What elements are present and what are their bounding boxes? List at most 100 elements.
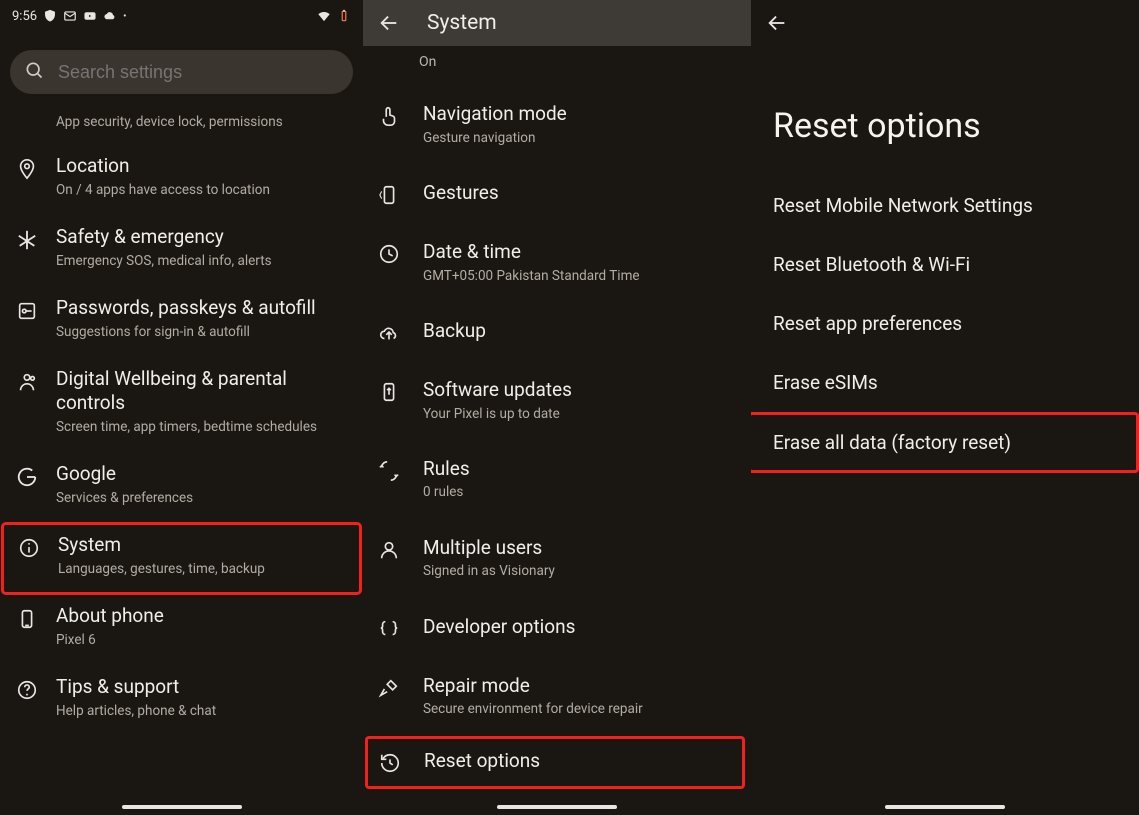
item-title: Date & time <box>423 240 737 265</box>
status-left: 9:56 • <box>12 9 126 24</box>
three-panels: 9:56 • App security, device lock, permis… <box>0 0 1139 815</box>
settings-item-wellbeing[interactable]: Digital Wellbeing & parental controls Sc… <box>0 357 363 453</box>
settings-item-about[interactable]: About phone Pixel 6 <box>0 594 363 665</box>
status-right <box>317 9 351 23</box>
system-panel: System On Navigation mode Gesture naviga… <box>363 0 751 815</box>
google-g-icon <box>14 466 40 488</box>
nav-pill[interactable] <box>122 805 242 809</box>
item-title: Location <box>56 154 349 179</box>
item-sub: Help articles, phone & chat <box>56 702 349 720</box>
settings-item-safety[interactable]: Safety & emergency Emergency SOS, medica… <box>0 215 363 286</box>
back-button[interactable] <box>765 11 789 35</box>
item-sub: On / 4 apps have access to location <box>56 181 349 199</box>
search-input[interactable] <box>56 61 339 84</box>
clock-icon <box>377 243 401 265</box>
wifi-icon <box>317 9 331 23</box>
item-title: Multiple users <box>423 536 737 561</box>
item-sub: Pixel 6 <box>56 631 349 649</box>
item-sub: Screen time, app timers, bedtime schedul… <box>56 418 349 436</box>
item-sub: Gesture navigation <box>423 129 737 147</box>
user-icon <box>377 539 401 561</box>
battery-icon <box>337 9 351 23</box>
item-title: Backup <box>423 319 737 344</box>
settings-item-tips[interactable]: Tips & support Help articles, phone & ch… <box>0 665 363 736</box>
cloud-upload-icon <box>377 322 401 344</box>
security-subtitle-row[interactable]: App security, device lock, permissions <box>0 110 363 144</box>
gesture-icon <box>377 105 401 127</box>
status-bar: 9:56 • <box>0 0 363 32</box>
item-sub: Your Pixel is up to date <box>423 405 737 423</box>
item-title: Repair mode <box>423 674 737 699</box>
erase-esims[interactable]: Erase eSIMs <box>751 353 1139 412</box>
key-card-icon <box>14 300 40 322</box>
reset-topbar <box>751 0 1139 46</box>
item-sub: Services & preferences <box>56 489 349 507</box>
item-title: Google <box>56 462 349 487</box>
item-title: System <box>58 533 347 558</box>
system-item-multiple-users[interactable]: Multiple users Signed in as Visionary <box>363 522 751 601</box>
search-icon <box>24 60 44 84</box>
system-item-repair-mode[interactable]: Repair mode Secure environment for devic… <box>363 660 751 739</box>
item-title: Software updates <box>423 378 737 403</box>
code-braces-icon <box>377 618 401 640</box>
prev-item-sub[interactable]: On <box>363 46 751 88</box>
system-item-date-time[interactable]: Date & time GMT+05:00 Pakistan Standard … <box>363 226 751 305</box>
settings-item-passwords[interactable]: Passwords, passkeys & autofill Suggestio… <box>0 286 363 357</box>
item-title: Digital Wellbeing & parental controls <box>56 367 349 416</box>
cloud-icon <box>103 9 117 23</box>
system-title: System <box>427 11 497 35</box>
info-icon <box>16 537 42 559</box>
item-title: Rules <box>423 457 737 482</box>
shield-icon <box>43 9 57 23</box>
item-sub: Suggestions for sign-in & autofill <box>56 323 349 341</box>
system-item-gestures[interactable]: Gestures <box>363 167 751 226</box>
system-topbar: System <box>363 0 751 46</box>
erase-all-data-factory-reset[interactable]: Erase all data (factory reset) <box>751 412 1139 473</box>
item-sub: 0 rules <box>423 483 737 501</box>
system-item-backup[interactable]: Backup <box>363 305 751 364</box>
nav-pill[interactable] <box>497 805 617 809</box>
item-sub: Secure environment for device repair <box>423 700 737 718</box>
item-sub: Emergency SOS, medical info, alerts <box>56 252 349 270</box>
item-sub: Languages, gestures, time, backup <box>58 560 347 578</box>
phone-gesture-icon <box>377 184 401 206</box>
system-item-rules[interactable]: Rules 0 rules <box>363 443 751 522</box>
system-item-software-updates[interactable]: Software updates Your Pixel is up to dat… <box>363 364 751 443</box>
reset-title: Reset options <box>751 46 1139 176</box>
asterisk-icon <box>14 229 40 251</box>
nav-pill[interactable] <box>885 805 1005 809</box>
rules-icon <box>377 460 401 482</box>
system-item-reset-options[interactable]: Reset options <box>365 736 745 789</box>
item-title: Tips & support <box>56 675 349 700</box>
item-title: Navigation mode <box>423 102 737 127</box>
item-sub: Signed in as Visionary <box>423 562 737 580</box>
item-title: About phone <box>56 604 349 629</box>
item-title: Gestures <box>423 181 737 206</box>
gmail-icon <box>63 9 77 23</box>
item-sub: GMT+05:00 Pakistan Standard Time <box>423 267 737 285</box>
dot-icon: • <box>123 11 126 22</box>
status-time: 9:56 <box>12 9 37 24</box>
settings-item-system[interactable]: System Languages, gestures, time, backup <box>2 523 361 594</box>
settings-item-location[interactable]: Location On / 4 apps have access to loca… <box>0 144 363 215</box>
system-list: On Navigation mode Gesture navigation Ge… <box>363 46 751 789</box>
youtube-icon <box>83 9 97 23</box>
system-item-navigation-mode[interactable]: Navigation mode Gesture navigation <box>363 88 751 167</box>
reset-bluetooth-wifi[interactable]: Reset Bluetooth & Wi-Fi <box>751 235 1139 294</box>
item-title: Passwords, passkeys & autofill <box>56 296 349 321</box>
wellbeing-icon <box>14 371 40 393</box>
reset-app-preferences[interactable]: Reset app preferences <box>751 294 1139 353</box>
search-settings[interactable] <box>10 50 353 94</box>
help-icon <box>14 679 40 701</box>
settings-item-google[interactable]: Google Services & preferences <box>0 452 363 523</box>
item-title: Reset options <box>424 749 732 774</box>
settings-list: App security, device lock, permissions L… <box>0 104 363 736</box>
tools-icon <box>377 677 401 699</box>
location-icon <box>14 158 40 180</box>
item-title: Safety & emergency <box>56 225 349 250</box>
phone-device-icon <box>14 608 40 630</box>
system-item-developer-options[interactable]: Developer options <box>363 601 751 660</box>
back-button[interactable] <box>377 11 401 35</box>
settings-panel: 9:56 • App security, device lock, permis… <box>0 0 363 815</box>
reset-mobile-network[interactable]: Reset Mobile Network Settings <box>751 176 1139 235</box>
